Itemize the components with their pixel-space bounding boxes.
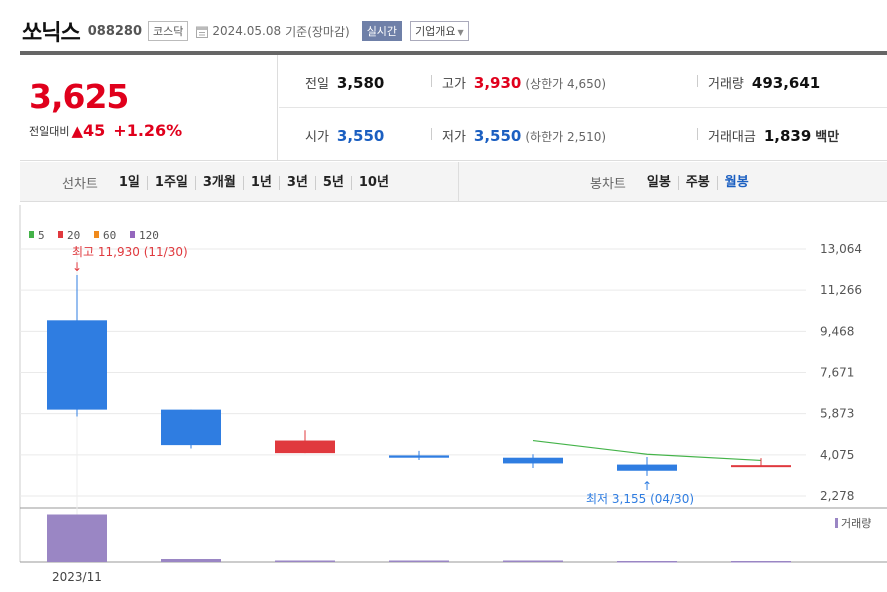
y-tick-label: 7,671 [820, 366, 854, 380]
y-tick-label: 9,468 [820, 324, 854, 338]
volume-bar [275, 560, 335, 562]
legend-label: 20 [67, 229, 80, 242]
legend-swatch [94, 231, 99, 238]
legend-label: 60 [103, 229, 116, 242]
high-arrow-icon: ↓ [72, 260, 82, 274]
candle-body [617, 464, 677, 471]
volume-bar [617, 561, 677, 563]
volume-legend-label: 거래량 [841, 517, 871, 530]
legend-swatch [130, 231, 135, 238]
y-tick-label: 4,075 [820, 448, 854, 462]
candle-body [731, 465, 791, 468]
candle-body [389, 455, 449, 458]
candle-body [47, 320, 107, 410]
volume-bar [503, 560, 563, 562]
price-chart: 13,064 11,266 9,468 7,671 5,873 4,075 2,278 5 20… [19, 205, 887, 584]
y-tick-label: 2,278 [820, 489, 854, 503]
candle-body [275, 440, 335, 454]
high-annotation: 최고 11,930 (11/30) [72, 245, 188, 259]
legend-label: 5 [38, 229, 45, 242]
volume-legend-swatch [835, 518, 838, 528]
low-arrow-icon: ↑ [642, 479, 652, 493]
legend-swatch [58, 231, 63, 238]
volume-bar [161, 559, 221, 562]
y-tick-label: 11,266 [820, 283, 862, 297]
legend-label: 120 [139, 229, 159, 242]
legend-swatch [29, 231, 34, 238]
volume-bar [47, 514, 107, 562]
volume-bar [731, 561, 791, 563]
candle-body [161, 409, 221, 446]
low-annotation: 최저 3,155 (04/30) [586, 492, 694, 506]
y-tick-label: 5,873 [820, 407, 854, 421]
volume-bar [389, 560, 449, 562]
x-tick-label: 2023/11 [52, 570, 102, 584]
y-tick-label: 13,064 [820, 242, 862, 256]
candle-body [503, 457, 563, 464]
